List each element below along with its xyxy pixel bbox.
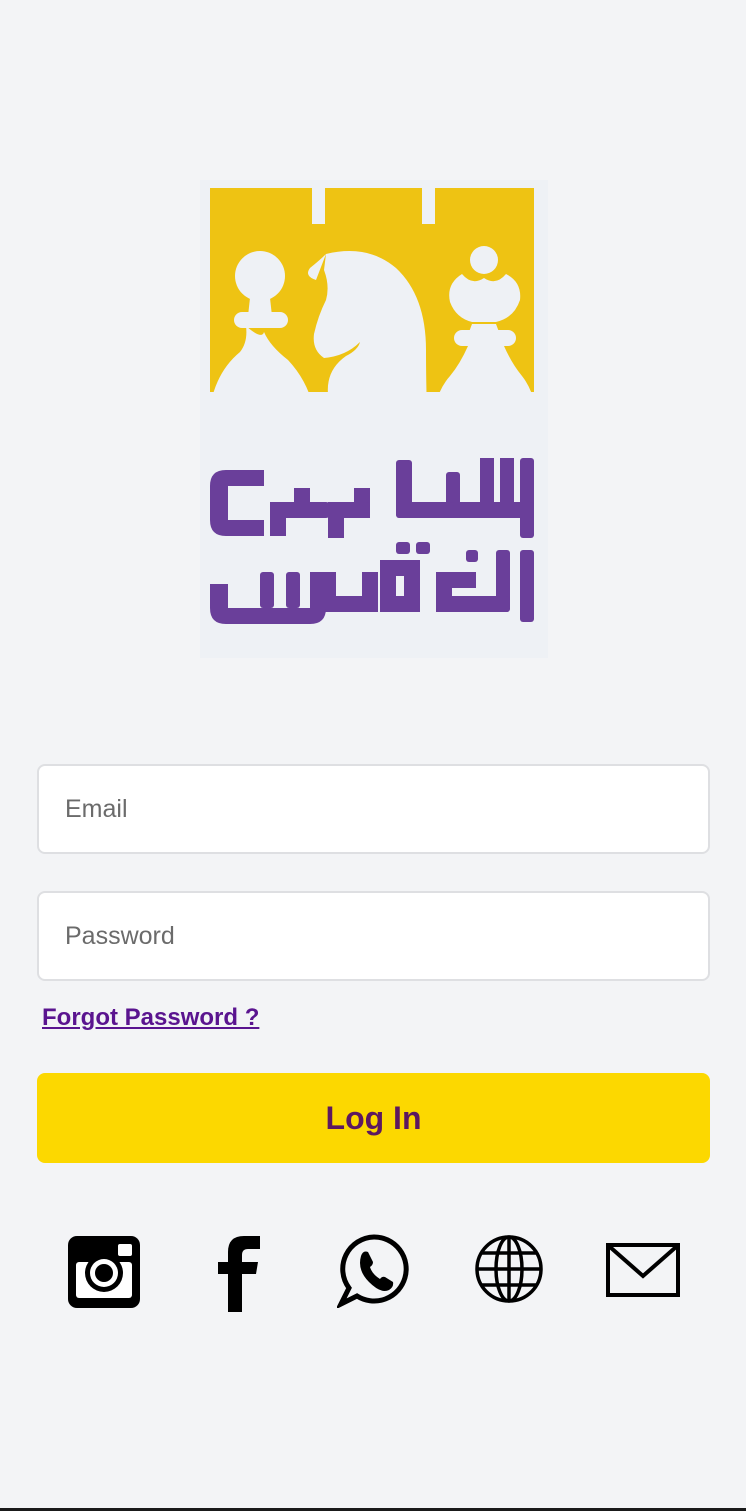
whatsapp-icon[interactable]: [337, 1232, 411, 1308]
app-logo: [200, 180, 548, 658]
mail-icon[interactable]: [605, 1232, 681, 1302]
email-input[interactable]: [39, 766, 708, 852]
instagram-icon[interactable]: [66, 1232, 142, 1308]
email-field[interactable]: [37, 764, 710, 854]
globe-icon[interactable]: [473, 1232, 545, 1306]
login-button[interactable]: Log In: [37, 1073, 710, 1163]
password-field[interactable]: [37, 891, 710, 981]
forgot-password-link[interactable]: Forgot Password ?: [42, 1004, 259, 1032]
password-input[interactable]: [39, 893, 708, 979]
facebook-icon[interactable]: [212, 1232, 264, 1312]
